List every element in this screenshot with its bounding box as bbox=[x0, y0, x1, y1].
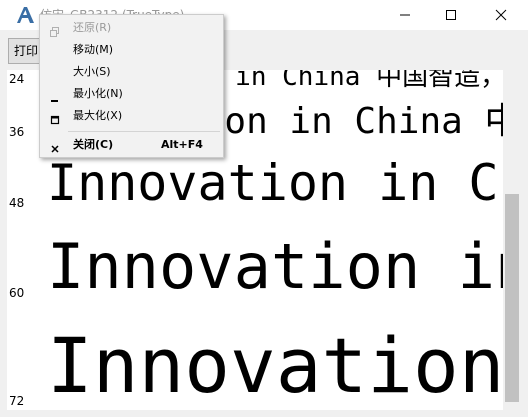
scrollbar-thumb[interactable] bbox=[505, 194, 519, 402]
maximize-button[interactable] bbox=[428, 0, 474, 30]
menu-item-move[interactable]: 移动(M) bbox=[40, 39, 223, 61]
minimize-icon bbox=[50, 89, 60, 102]
maximize-icon bbox=[446, 10, 456, 20]
menu-item-size[interactable]: 大小(S) bbox=[40, 61, 223, 83]
system-menu: 还原(R) 移动(M) 大小(S) 最小化(N) 最大化(X) 关闭(C) Al… bbox=[39, 14, 224, 158]
menu-separator bbox=[68, 131, 220, 132]
minimize-button[interactable] bbox=[382, 0, 428, 30]
close-button[interactable] bbox=[474, 0, 528, 30]
sample-text-72: Innovation in China bbox=[47, 321, 503, 410]
minimize-icon bbox=[400, 14, 410, 16]
menu-item-close[interactable]: 关闭(C) Alt+F4 bbox=[40, 134, 223, 156]
menu-item-restore[interactable]: 还原(R) bbox=[40, 17, 223, 39]
menu-item-label: 移动(M) bbox=[73, 43, 114, 56]
size-label: 24 bbox=[9, 72, 25, 86]
menu-item-label: 最小化(N) bbox=[73, 87, 123, 100]
restore-icon bbox=[50, 23, 60, 37]
font-app-icon[interactable] bbox=[14, 5, 36, 25]
menu-item-label: 最大化(X) bbox=[73, 109, 123, 122]
menu-item-minimize[interactable]: 最小化(N) bbox=[40, 83, 223, 105]
close-icon bbox=[495, 9, 507, 21]
sample-text-60: Innovation in China bbox=[47, 230, 503, 303]
vertical-scrollbar[interactable] bbox=[503, 70, 521, 410]
size-label: 72 bbox=[9, 394, 25, 408]
close-icon bbox=[50, 140, 60, 153]
menu-item-label: 大小(S) bbox=[73, 65, 111, 78]
maximize-icon bbox=[50, 111, 60, 125]
menu-item-shortcut: Alt+F4 bbox=[161, 138, 203, 151]
size-label: 60 bbox=[9, 286, 25, 300]
menu-item-label: 关闭(C) bbox=[73, 138, 114, 151]
window-bottom-border bbox=[0, 410, 528, 417]
menu-item-maximize[interactable]: 最大化(X) bbox=[40, 105, 223, 127]
size-label: 48 bbox=[9, 196, 25, 210]
menu-item-label: 还原(R) bbox=[73, 21, 112, 34]
sample-text-48: Innovation in China bbox=[47, 154, 503, 212]
size-label: 36 bbox=[9, 125, 25, 139]
